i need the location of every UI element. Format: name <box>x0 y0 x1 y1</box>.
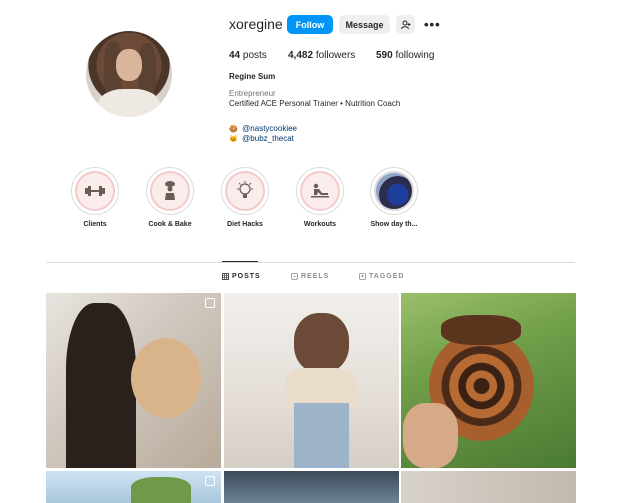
reels-icon <box>291 273 298 280</box>
follow-button[interactable]: Follow <box>287 15 333 34</box>
highlight-label: Clients <box>83 221 107 228</box>
post-thumbnail[interactable] <box>46 293 221 468</box>
chef-icon <box>165 181 175 200</box>
more-options-icon[interactable]: ••• <box>424 17 441 32</box>
tagged-icon <box>359 273 366 280</box>
post-thumbnail[interactable] <box>401 293 576 468</box>
cat-icon: 🐱 <box>229 136 238 143</box>
tabs-divider <box>46 262 575 263</box>
tab-posts[interactable]: POSTS <box>222 273 261 280</box>
following-stat[interactable]: 590 following <box>376 50 434 61</box>
highlight-label: Workouts <box>303 221 337 228</box>
post-thumbnail[interactable] <box>224 471 399 503</box>
profile-username: xoregine <box>229 16 283 32</box>
carousel-icon <box>205 476 215 486</box>
highlight-label: Diet Hacks <box>227 221 263 228</box>
tab-reels[interactable]: REELS <box>291 273 329 280</box>
bio-link-2[interactable]: 🐱 @bubz_thecat <box>229 128 294 146</box>
profile-avatar[interactable] <box>86 31 172 117</box>
post-thumbnail[interactable] <box>401 471 576 503</box>
photo-icon <box>374 171 414 211</box>
profile-full-name: Regine Sum <box>229 72 276 81</box>
highlight-diet-hacks[interactable]: Diet Hacks <box>220 167 270 228</box>
posts-stat: 44 posts <box>229 50 267 61</box>
highlight-workouts[interactable]: Workouts <box>295 167 345 228</box>
highlight-label: Cook & Bake <box>148 221 192 228</box>
highlight-label: Show day th... <box>370 221 418 228</box>
post-thumbnail[interactable] <box>224 293 399 468</box>
followers-stat[interactable]: 4,482 followers <box>288 50 355 61</box>
grid-icon <box>222 273 229 280</box>
lightbulb-icon <box>237 181 253 198</box>
carousel-icon <box>205 298 215 308</box>
highlight-clients[interactable]: Clients <box>70 167 120 228</box>
tab-tagged[interactable]: TAGGED <box>359 273 404 280</box>
suggested-users-button[interactable] <box>396 15 415 34</box>
highlight-cook-bake[interactable]: Cook & Bake <box>145 167 195 228</box>
profile-bio: Certified ACE Personal Trainer • Nutriti… <box>229 99 401 108</box>
active-tab-indicator <box>222 261 258 262</box>
message-button[interactable]: Message <box>339 15 390 34</box>
dumbbell-icon <box>85 186 105 196</box>
profile-category: Entrepreneur <box>229 89 276 98</box>
highlight-show-day[interactable]: Show day th... <box>369 167 419 228</box>
post-thumbnail[interactable] <box>46 471 221 503</box>
add-user-icon <box>400 20 410 29</box>
workout-icon <box>311 183 329 198</box>
